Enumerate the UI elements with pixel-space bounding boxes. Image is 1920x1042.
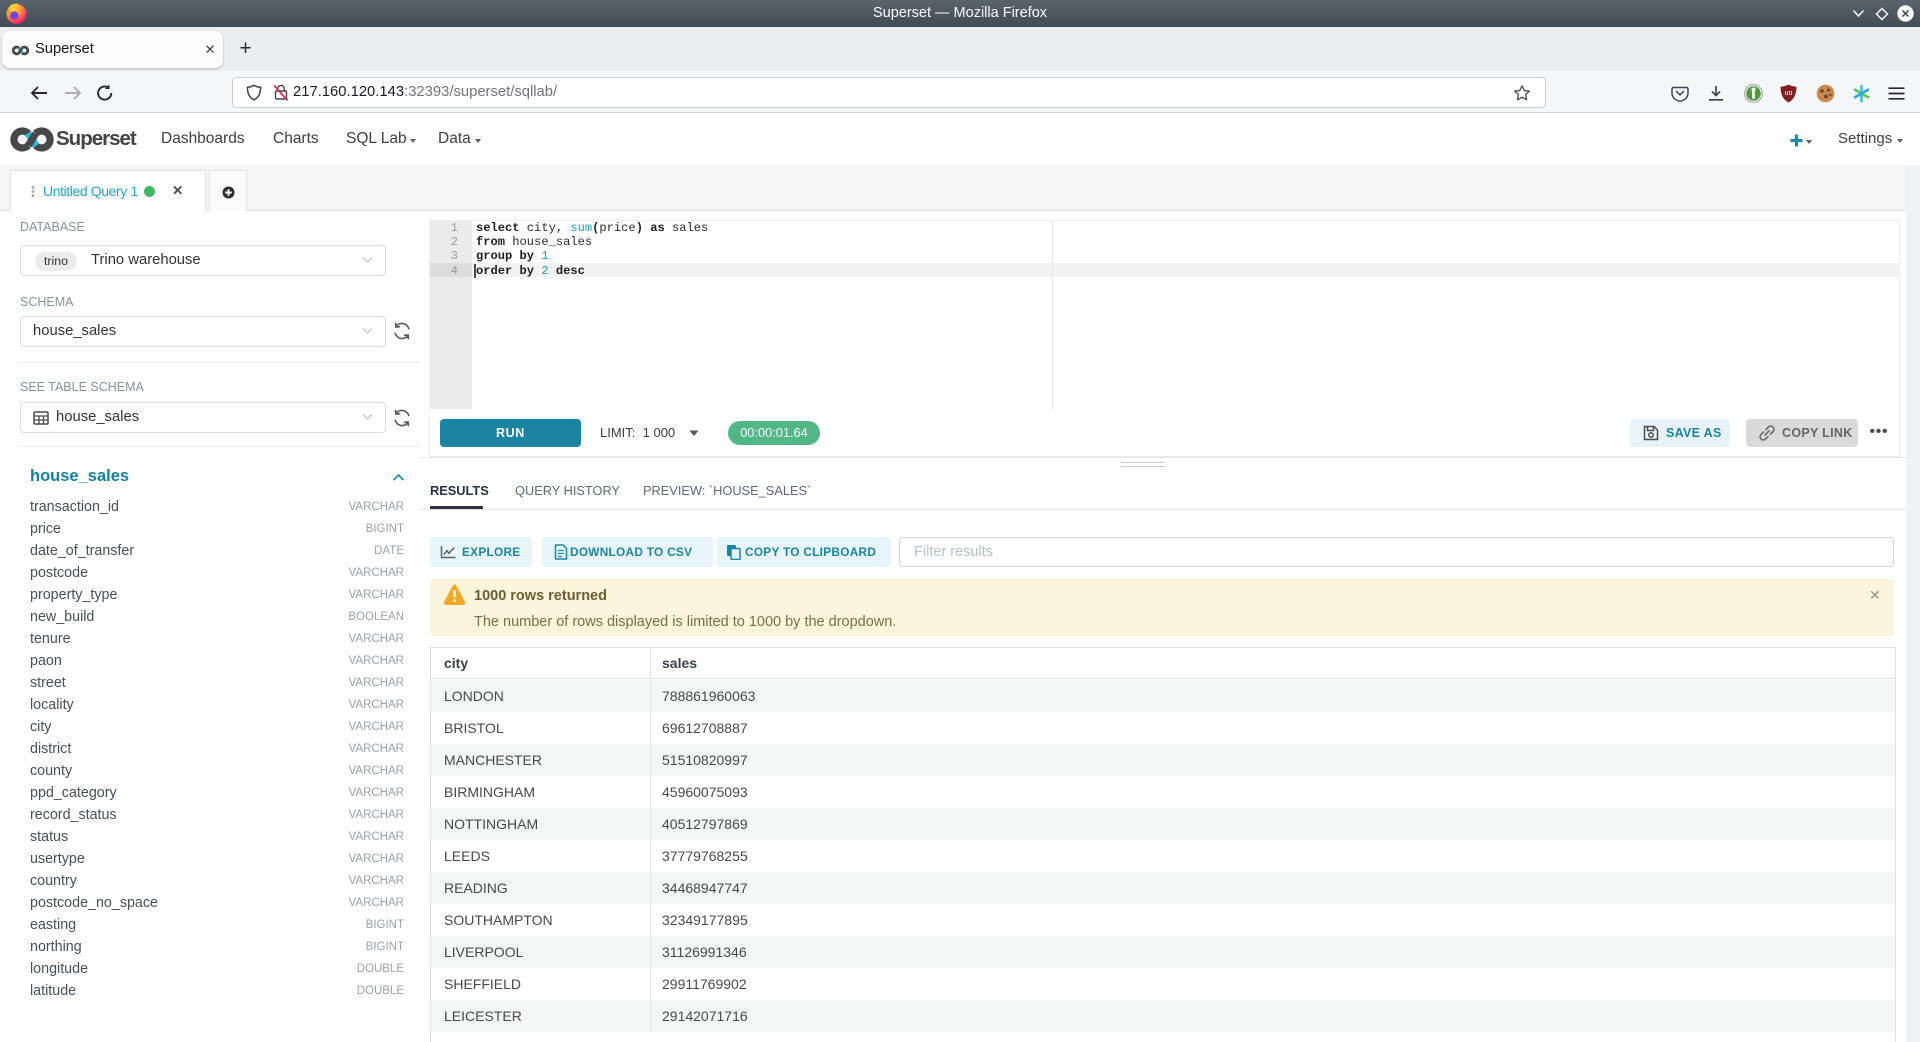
- svg-text:uo: uo: [1785, 90, 1793, 97]
